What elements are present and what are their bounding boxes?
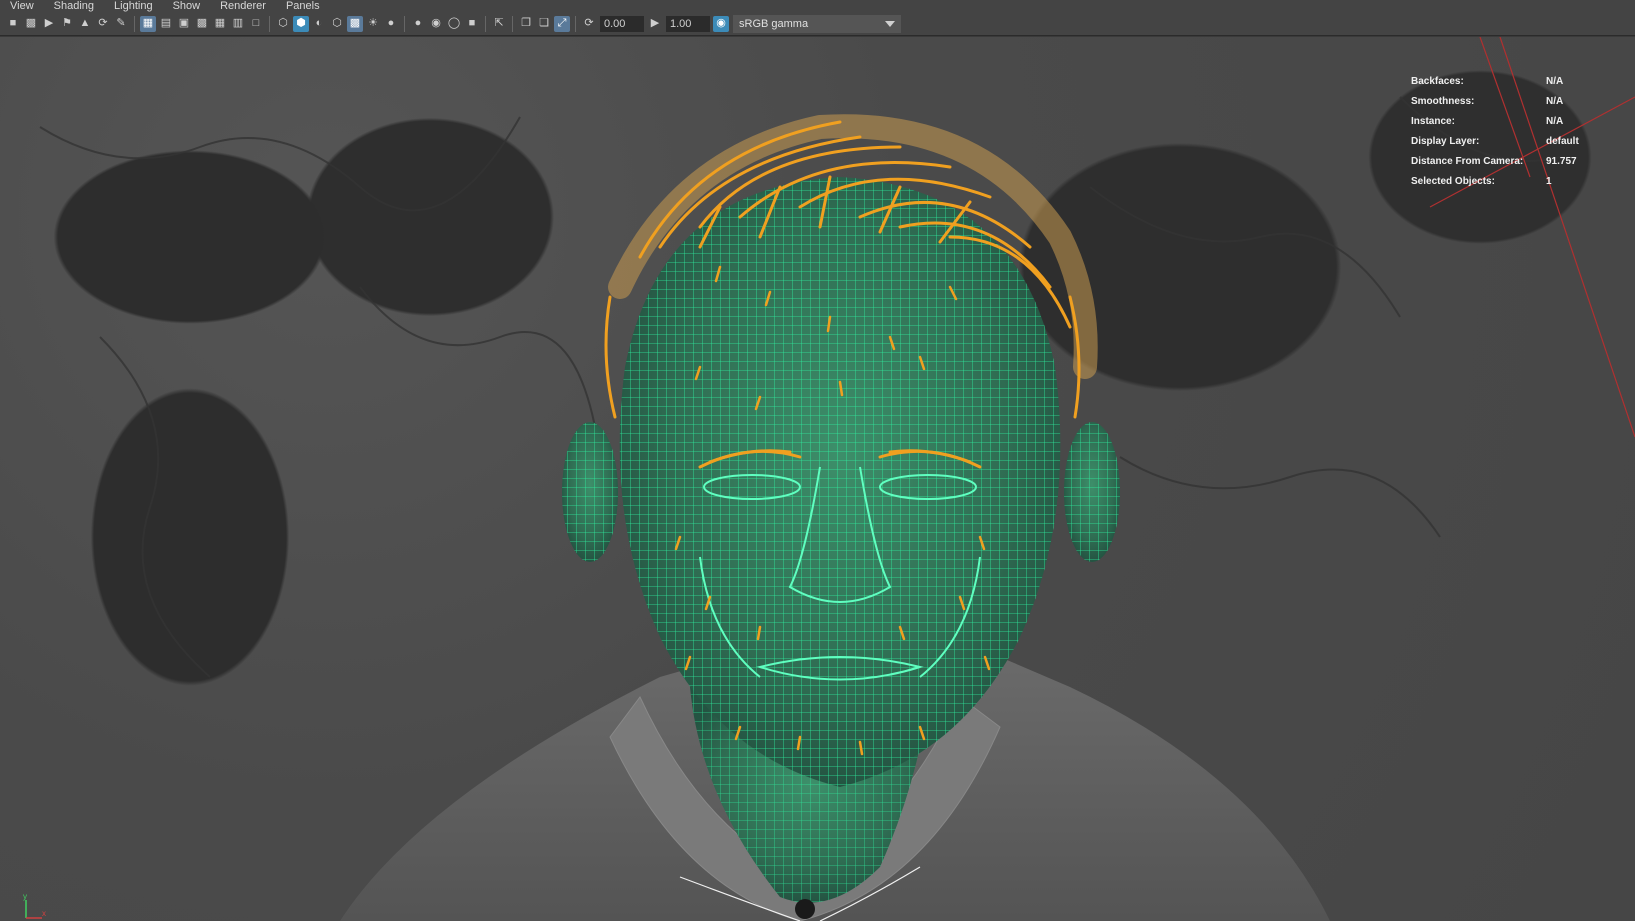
exposure-field[interactable]: 0.00 [600, 15, 644, 32]
toolbar-separator [404, 15, 405, 32]
toolbar-separator [269, 15, 270, 32]
gate-mask-icon[interactable]: ▩ [194, 16, 210, 32]
exposure-icon[interactable]: ⟳ [581, 16, 597, 32]
isolate-select-icon[interactable]: ⇱ [491, 16, 507, 32]
menu-renderer[interactable]: Renderer [210, 0, 276, 12]
grid-icon[interactable]: ▦ [140, 15, 156, 32]
axis-y-label: y [23, 892, 27, 901]
toolbar-separator [575, 15, 576, 32]
menu-show[interactable]: Show [163, 0, 211, 12]
grease-pencil-icon[interactable]: ✎ [113, 16, 129, 32]
xray-joints-icon[interactable]: ❐ [518, 16, 534, 32]
camera-icon[interactable]: ■ [5, 16, 21, 32]
3d-viewport[interactable]: Backfaces: N/A Smoothness: N/A Instance:… [0, 37, 1635, 921]
hud-row-distance-from-camera: Distance From Camera: 91.757 [1411, 155, 1577, 167]
toolbar-separator [512, 15, 513, 32]
anti-aliasing-icon[interactable]: ◯ [446, 16, 462, 32]
panel-toolbar: ■ ▩ ▶ ⚑ ▲ ⟳ ✎ ▦ ▤ ▣ ▩ ▦ ▥ □ ⬡ ⬢ ◐ ⬡ ▩ ☀ … [0, 12, 1635, 36]
2d-pan-zoom-icon[interactable]: ⟳ [95, 16, 111, 32]
hud-row-selected-objects: Selected Objects: 1 [1411, 175, 1552, 187]
screen-space-ao-icon[interactable]: ● [410, 16, 426, 32]
bookmark-icon[interactable]: ⚑ [59, 16, 75, 32]
camera-bookmark-icon[interactable]: ▶ [41, 16, 57, 32]
heads-up-display: Backfaces: N/A Smoothness: N/A Instance:… [1411, 71, 1621, 191]
wireframe-icon[interactable]: ⬡ [275, 16, 291, 32]
camera-attributes-icon[interactable]: ▩ [23, 16, 39, 32]
panel-menu-bar: View Shading Lighting Show Renderer Pane… [0, 0, 1635, 12]
maya-viewport-app: View Shading Lighting Show Renderer Pane… [0, 0, 1635, 921]
viewport-scene [39, 37, 1635, 921]
menu-panels[interactable]: Panels [276, 0, 330, 12]
menu-lighting[interactable]: Lighting [104, 0, 163, 12]
shadows-icon[interactable]: ● [383, 16, 399, 32]
safe-title-icon[interactable]: □ [248, 16, 264, 32]
color-space-dropdown[interactable]: sRGB gamma [733, 14, 901, 33]
resolution-gate-icon[interactable]: ▣ [176, 16, 192, 32]
color-management-icon[interactable]: ◉ [713, 15, 729, 32]
exposure-toggle-icon[interactable]: ⤢ [554, 15, 570, 32]
menu-view[interactable]: View [0, 0, 44, 12]
shirt-button [795, 899, 815, 919]
safe-action-icon[interactable]: ▥ [230, 16, 246, 32]
xray-active-components-icon[interactable]: ❏ [536, 16, 552, 32]
hud-row-backfaces: Backfaces: N/A [1411, 75, 1564, 87]
film-gate-icon[interactable]: ▤ [158, 16, 174, 32]
motion-blur-icon[interactable]: ◉ [428, 16, 444, 32]
axis-gizmo: y x [23, 892, 46, 919]
hud-row-display-layer: Display Layer: default [1411, 135, 1579, 147]
hud-row-smoothness: Smoothness: N/A [1411, 95, 1564, 107]
default-material-icon[interactable]: ◐ [311, 16, 327, 32]
xray-icon[interactable]: ▩ [347, 15, 363, 32]
toolbar-separator [134, 15, 135, 32]
depth-of-field-icon[interactable]: ■ [464, 16, 480, 32]
use-all-lights-icon[interactable]: ☀ [365, 16, 381, 32]
image-plane-icon[interactable]: ▲ [77, 16, 93, 32]
gamma-icon[interactable]: ▶ [647, 16, 663, 32]
menu-shading[interactable]: Shading [44, 0, 104, 12]
field-chart-icon[interactable]: ▦ [212, 16, 228, 32]
chevron-down-icon [885, 20, 895, 27]
gamma-field[interactable]: 1.00 [666, 15, 710, 32]
hud-row-instance: Instance: N/A [1411, 115, 1564, 127]
color-space-label: sRGB gamma [739, 17, 809, 30]
smooth-shade-icon[interactable]: ⬢ [293, 15, 309, 32]
axis-x-label: x [42, 909, 46, 918]
wireframe-on-shaded-icon[interactable]: ⬡ [329, 16, 345, 32]
toolbar-separator [485, 15, 486, 32]
